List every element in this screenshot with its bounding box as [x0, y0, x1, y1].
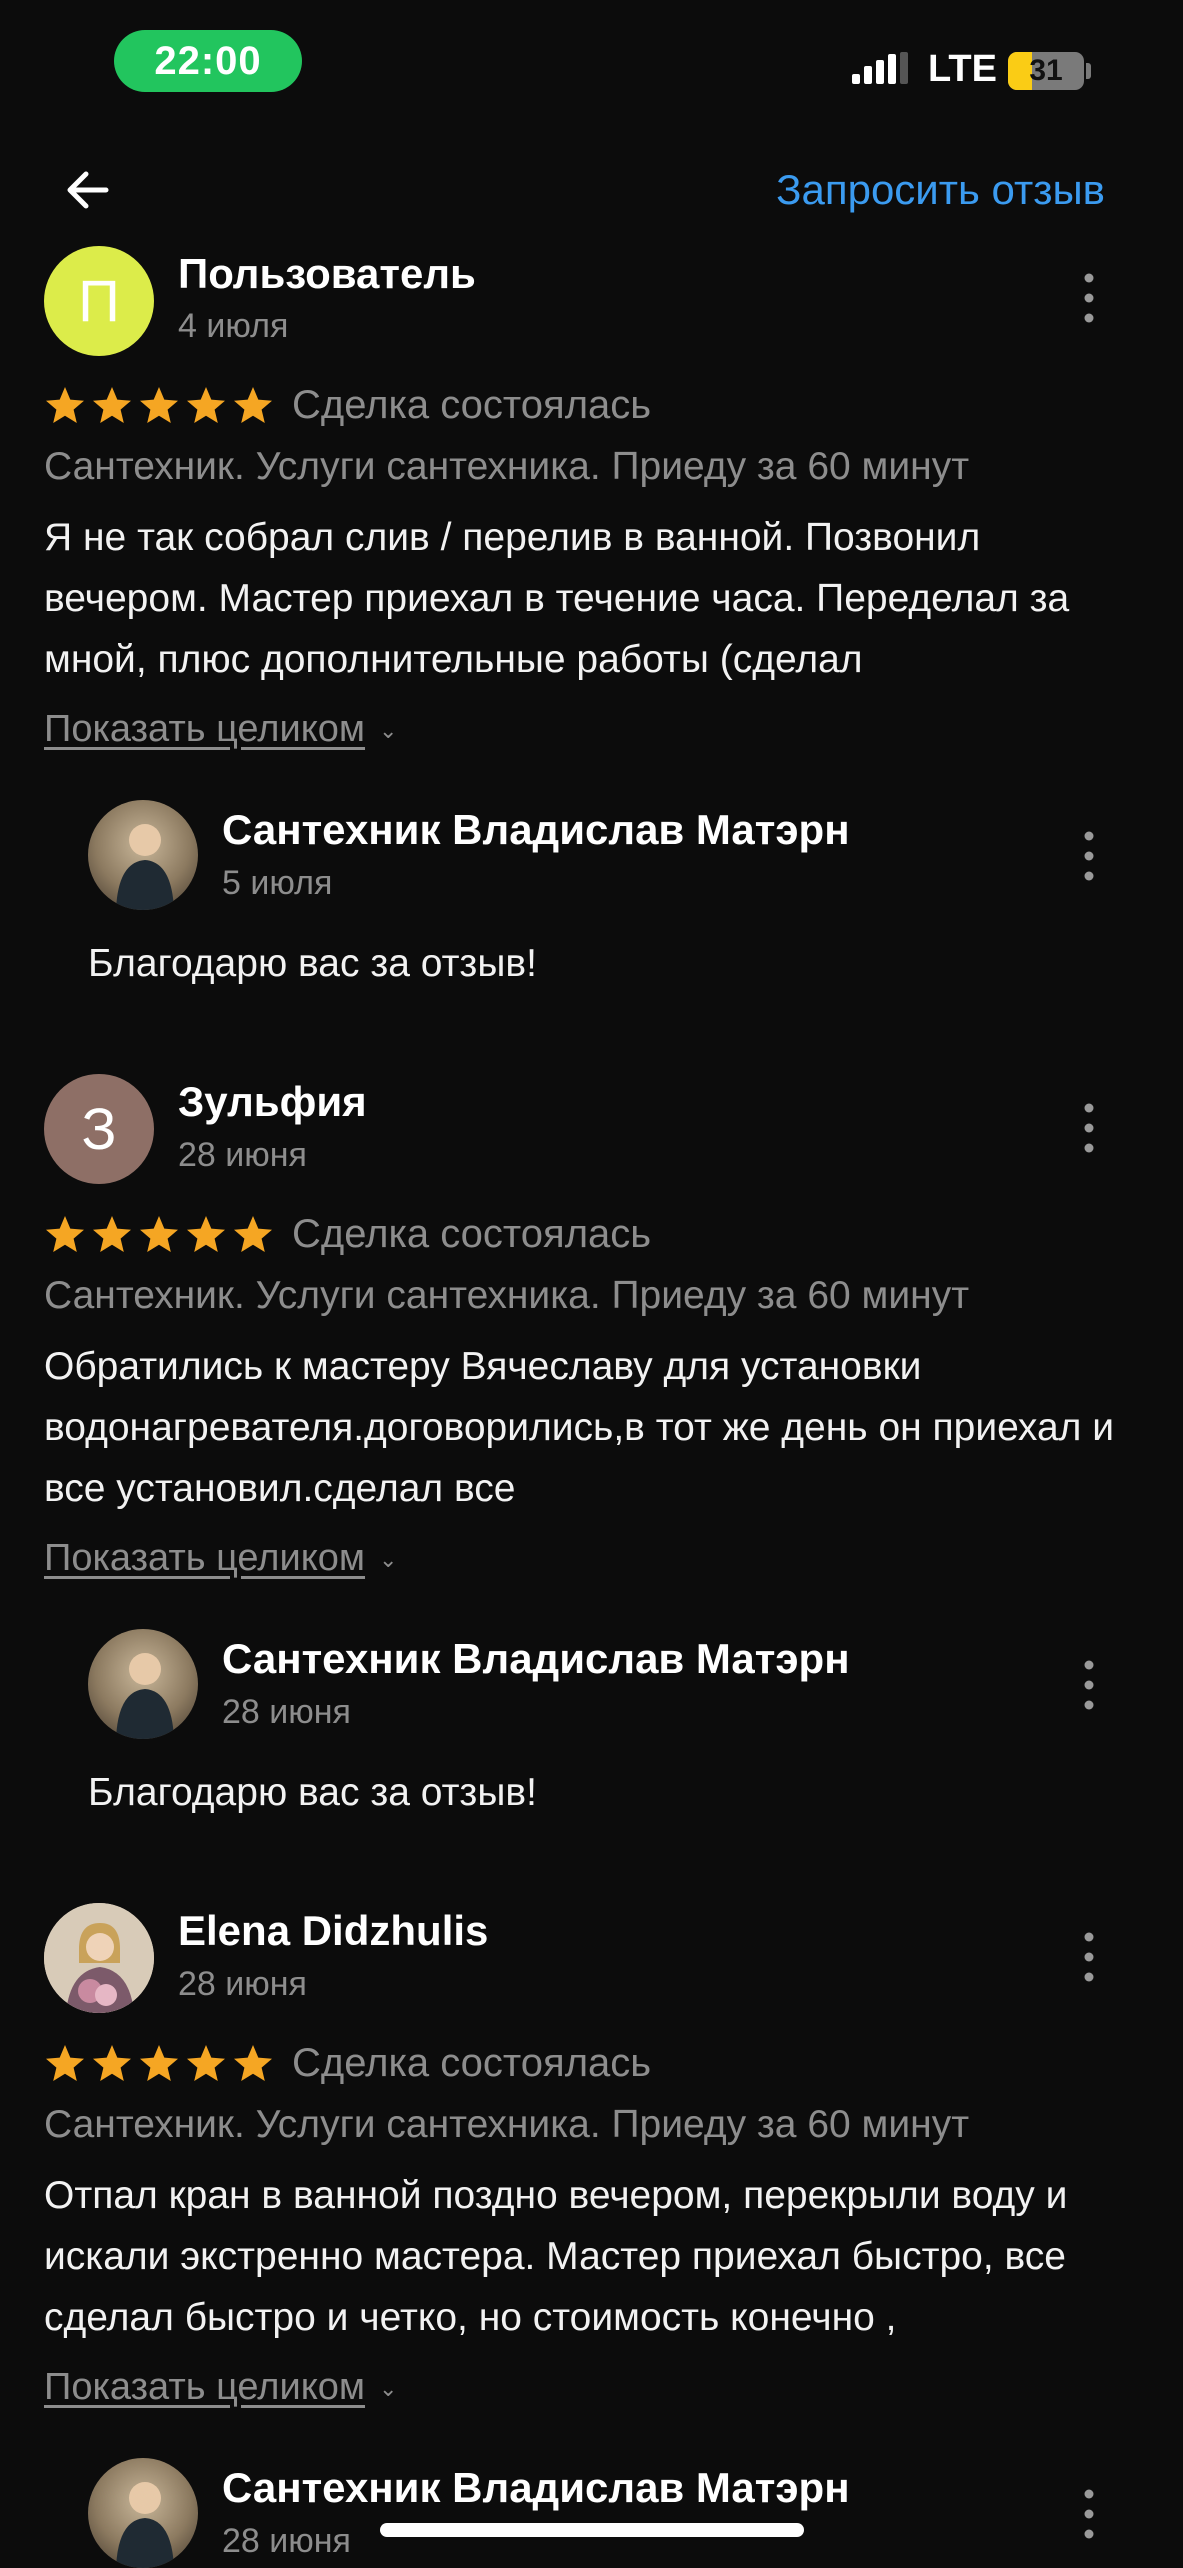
avatar-letter: З [81, 1096, 117, 1162]
reply-text: Благодарю вас за отзыв! [88, 1771, 537, 1814]
reply-text: Благодарю вас за отзыв! [88, 942, 537, 985]
star-icon [234, 1216, 272, 1252]
reply-avatar [88, 1629, 198, 1739]
star-icon [93, 387, 131, 423]
show-full-label: Показать целиком [44, 1537, 366, 1579]
person-photo-icon [116, 2482, 174, 2568]
more-vertical-icon[interactable] [1076, 2484, 1102, 2544]
deal-status: Сделка состоялась [292, 383, 652, 427]
reply-avatar [88, 2458, 198, 2568]
status-bar: 22:00 LTE 31 [0, 0, 1183, 130]
battery-level: 31 [1029, 54, 1063, 87]
person-photo-icon [44, 1903, 154, 2013]
person-photo-icon [116, 824, 174, 910]
network-type: LTE [928, 48, 997, 90]
avatar: З [44, 1074, 154, 1184]
review-date: 28 июня [178, 1136, 307, 1174]
reply-avatar [88, 800, 198, 910]
service-name: Сантехник. Услуги сантехника. Приеду за … [44, 445, 970, 488]
review-author: Пользователь [178, 250, 476, 297]
battery-icon: 31 [1008, 52, 1084, 90]
reply-date: 5 июля [222, 864, 333, 902]
avatar: П [44, 246, 154, 356]
star-icon [140, 2045, 178, 2081]
more-vertical-icon[interactable] [1076, 1098, 1102, 1158]
show-full-button[interactable]: Показать целиком ⌄ [44, 708, 397, 751]
show-full-button[interactable]: Показать целиком ⌄ [44, 1537, 397, 1580]
service-name: Сантехник. Услуги сантехника. Приеду за … [44, 2103, 970, 2146]
battery-tip [1086, 63, 1091, 79]
more-vertical-icon[interactable] [1076, 826, 1102, 886]
star-icon [46, 387, 84, 423]
deal-status: Сделка состоялась [292, 2041, 652, 2085]
star-icon [187, 387, 225, 423]
star-icon [93, 1216, 131, 1252]
more-vertical-icon[interactable] [1076, 268, 1102, 328]
rating-stars [44, 2043, 274, 2085]
star-icon [93, 2045, 131, 2081]
star-icon [187, 2045, 225, 2081]
review-text: Я не так собрал слив / перелив в ванной.… [44, 516, 1070, 681]
review-date: 4 июля [178, 307, 289, 345]
service-name: Сантехник. Услуги сантехника. Приеду за … [44, 1274, 970, 1317]
deal-status: Сделка состоялась [292, 1212, 652, 1256]
request-review-link[interactable]: Запросить отзыв [776, 166, 1105, 214]
rating-stars [44, 385, 274, 427]
avatar-letter: П [78, 268, 120, 334]
reply-author: Сантехник Владислав Матэрн [222, 2464, 850, 2511]
reply-date: 28 июня [222, 2522, 351, 2560]
review-author: Elena Didzhulis [178, 1907, 489, 1954]
review-date: 28 июня [178, 1965, 307, 2003]
star-icon [187, 1216, 225, 1252]
avatar [44, 1903, 154, 2013]
show-full-label: Показать целиком [44, 708, 366, 750]
signal-icon [852, 52, 908, 84]
reply-author: Сантехник Владислав Матэрн [222, 806, 850, 853]
more-vertical-icon[interactable] [1076, 1655, 1102, 1715]
status-time: 22:00 [114, 30, 302, 92]
reply-author: Сантехник Владислав Матэрн [222, 1635, 850, 1682]
rating-stars [44, 1214, 274, 1256]
star-icon [140, 387, 178, 423]
more-vertical-icon[interactable] [1076, 1927, 1102, 1987]
show-full-label: Показать целиком [44, 2366, 366, 2408]
reply-date: 28 июня [222, 1693, 351, 1731]
review-author: Зульфия [178, 1078, 367, 1125]
chevron-down-icon: ⌄ [379, 2375, 398, 2401]
person-photo-icon [116, 1653, 174, 1739]
star-icon [46, 1216, 84, 1252]
home-indicator[interactable] [380, 2523, 804, 2537]
chevron-down-icon: ⌄ [379, 717, 398, 743]
star-icon [234, 387, 272, 423]
star-icon [46, 2045, 84, 2081]
chevron-down-icon: ⌄ [379, 1546, 398, 1572]
show-full-button[interactable]: Показать целиком ⌄ [44, 2366, 397, 2409]
review-text: Обратились к мастеру Вячеславу для устан… [44, 1345, 1115, 1510]
star-icon [234, 2045, 272, 2081]
back-button[interactable] [56, 158, 120, 222]
star-icon [140, 1216, 178, 1252]
review-text: Отпал кран в ванной поздно вечером, пере… [44, 2174, 1068, 2339]
